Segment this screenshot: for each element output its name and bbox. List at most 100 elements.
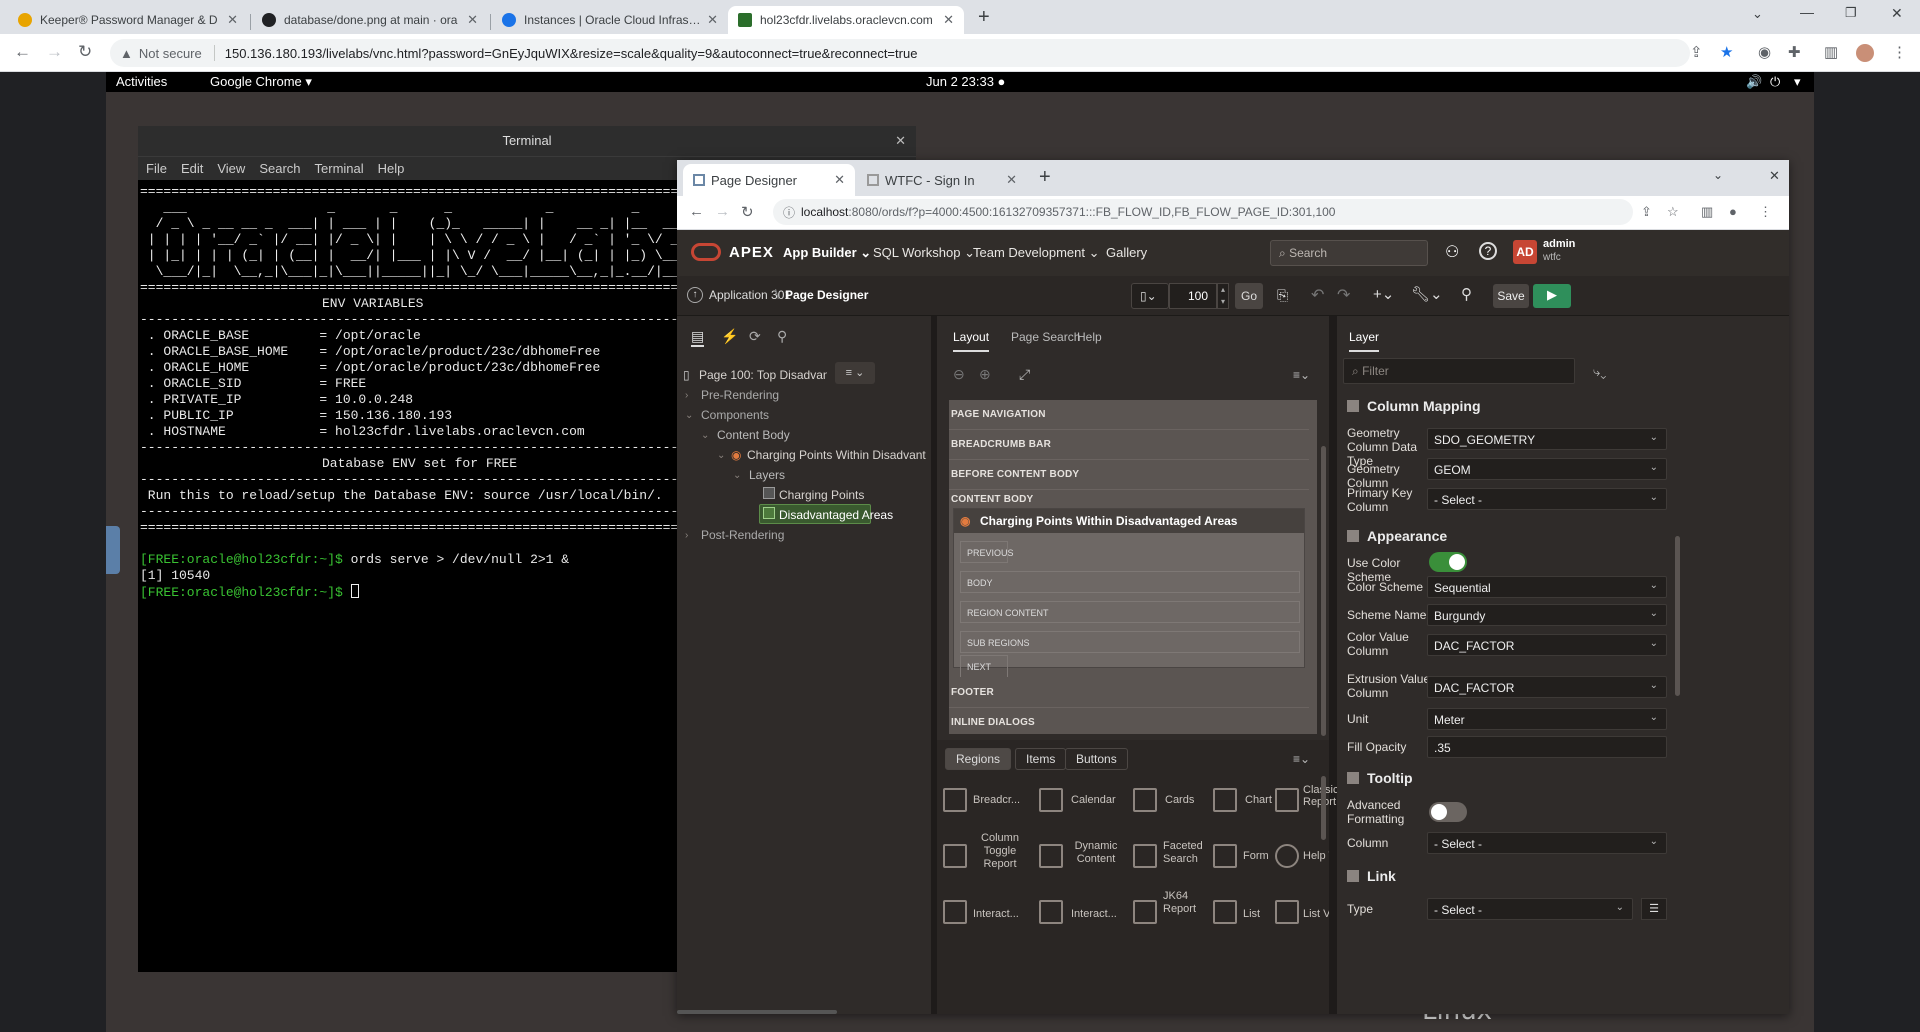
subzone-body[interactable]: BODY — [960, 571, 1300, 593]
property-scrollbar[interactable] — [1675, 536, 1680, 696]
expand-icon[interactable]: › — [685, 530, 688, 541]
inner-address-bar[interactable]: ⓘ localhost :8080/ords/f?p=4000:4500:161… — [773, 199, 1633, 225]
tab-keeper[interactable]: Keeper® Password Manager & D ✕ — [8, 6, 248, 34]
close-icon[interactable]: ✕ — [895, 126, 906, 156]
run-button[interactable]: ▶ — [1533, 284, 1571, 308]
tree-menu-button[interactable]: ≡ ⌄ — [835, 362, 875, 384]
apex-logo-text[interactable]: APEX — [729, 244, 774, 261]
section-tooltip[interactable]: Tooltip — [1337, 764, 1677, 790]
tree-components[interactable]: Components — [701, 408, 769, 422]
collapse-icon[interactable]: ⌄ — [685, 410, 693, 421]
menu-help[interactable]: Help — [378, 161, 405, 176]
minimize-icon[interactable]: — — [1800, 4, 1814, 20]
redo-icon[interactable]: ↷ — [1337, 285, 1350, 305]
tab-layer[interactable]: Layer — [1349, 330, 1380, 352]
extension-keeper-icon[interactable]: ◉ — [1758, 43, 1771, 61]
select-primary-key-column[interactable]: - Select - ⌄ — [1427, 488, 1667, 510]
menu-edit[interactable]: Edit — [181, 161, 203, 176]
menu-file[interactable]: File — [146, 161, 167, 176]
forward-icon[interactable]: → — [46, 42, 63, 62]
select-geometry-column[interactable]: GEOM ⌄ — [1427, 458, 1667, 480]
zone-inline-dialogs[interactable]: INLINE DIALOGS — [949, 708, 1309, 734]
apex-search-input[interactable]: ⌕ Search — [1270, 240, 1428, 266]
avatar[interactable]: AD — [1513, 240, 1537, 264]
collapse-icon[interactable]: ⌄ — [717, 450, 725, 461]
zone-footer[interactable]: FOOTER — [949, 678, 1309, 708]
up-arrow-icon[interactable]: ↑ — [687, 287, 703, 303]
profile-icon[interactable]: ● — [1729, 204, 1737, 219]
zoom-out-icon[interactable]: ⊖ — [953, 366, 965, 383]
go-to-group-icon[interactable]: ⤷⌄ — [1593, 364, 1606, 380]
user-name[interactable]: admin — [1543, 238, 1575, 250]
back-icon[interactable]: ← — [14, 42, 31, 62]
back-icon[interactable]: ← — [689, 203, 704, 220]
menu-kebab-icon[interactable]: ⋮ — [1759, 204, 1772, 220]
subzone-sub-regions[interactable]: SUB REGIONS — [960, 631, 1300, 653]
shared-components-tab-icon[interactable]: ⚲ — [777, 328, 787, 345]
rendering-tab-icon[interactable]: ▤ — [691, 328, 705, 347]
page-stepper[interactable]: ▴ ▾ — [1217, 283, 1229, 309]
window-close-icon[interactable]: ✕ — [1769, 168, 1780, 184]
nav-gallery[interactable]: Gallery — [1106, 245, 1147, 260]
menu-kebab-icon[interactable]: ⋮ — [1892, 43, 1907, 61]
list-picker-icon[interactable]: ☰ — [1641, 898, 1667, 920]
tree-layer-charging-points[interactable]: Charging Points — [779, 488, 864, 502]
close-icon[interactable]: ✕ — [227, 12, 238, 28]
tab-wtfc-signin[interactable]: WTFC - Sign In ✕ — [857, 164, 1027, 196]
select-color-value-column[interactable]: DAC_FACTOR ⌄ — [1427, 634, 1667, 656]
new-tab-icon[interactable]: + — [1039, 166, 1051, 189]
share-icon[interactable]: ⇪ — [1641, 204, 1652, 220]
tab-oci[interactable]: Instances | Oracle Cloud Infrastru ✕ — [492, 6, 728, 34]
vertical-scrollbar[interactable] — [1321, 446, 1326, 736]
input-fill-opacity[interactable]: .35 — [1427, 736, 1667, 758]
select-tooltip-column[interactable]: - Select - ⌄ — [1427, 832, 1667, 854]
close-icon[interactable]: ✕ — [943, 12, 954, 28]
dynamic-actions-tab-icon[interactable]: ⚡ — [721, 328, 738, 345]
reload-icon[interactable]: ↻ — [741, 203, 754, 221]
zone-content-body[interactable]: CONTENT BODY — [949, 490, 1309, 510]
bookmark-star-icon[interactable]: ★ — [1720, 43, 1733, 61]
tab-page-search[interactable]: Page Search — [1011, 330, 1080, 344]
nav-sql-workshop[interactable]: SQL Workshop ⌄ — [873, 245, 975, 261]
layout-menu-icon[interactable]: ≡⌄ — [1293, 368, 1310, 382]
shared-components-icon[interactable]: ⚲ — [1461, 285, 1472, 303]
horizontal-scrollbar[interactable] — [677, 1010, 837, 1014]
select-link-type[interactable]: - Select - ⌄ — [1427, 898, 1633, 920]
tab-search-icon[interactable]: ⌄ — [1713, 168, 1723, 182]
bookmark-star-icon[interactable]: ☆ — [1667, 204, 1679, 220]
side-panel-icon[interactable]: ▥ — [1701, 204, 1713, 220]
menu-search[interactable]: Search — [259, 161, 300, 176]
go-button[interactable]: Go — [1235, 283, 1263, 309]
window-close-icon[interactable]: ✕ — [1891, 5, 1903, 22]
user-settings-icon[interactable]: ⚇ — [1445, 242, 1459, 262]
tab-page-designer[interactable]: Page Designer ✕ — [683, 164, 855, 196]
subzone-region-content[interactable]: REGION CONTENT — [960, 601, 1300, 623]
activities-button[interactable]: Activities — [116, 74, 167, 89]
splitter[interactable] — [1329, 316, 1337, 1014]
subzone-previous[interactable]: PREVIOUS — [960, 541, 1014, 563]
tab-search-icon[interactable]: ⌄ — [1752, 6, 1763, 22]
utilities-wrench-icon[interactable]: 🔧︎⌄ — [1411, 285, 1443, 303]
tree-post-rendering[interactable]: Post-Rendering — [701, 528, 784, 542]
tab-help[interactable]: Help — [1077, 330, 1102, 344]
gallery-scrollbar[interactable] — [1321, 776, 1326, 840]
gallery-tab-buttons[interactable]: Buttons — [1065, 748, 1128, 770]
extensions-puzzle-icon[interactable]: ✚ — [1788, 43, 1801, 61]
zoom-in-icon[interactable]: ⊕ — [979, 366, 991, 383]
address-bar[interactable]: ▲ Not secure 150.136.180.193/livelabs/vn… — [110, 39, 1690, 67]
oracle-logo-icon[interactable] — [691, 243, 721, 261]
select-geometry-column-data-type[interactable]: SDO_GEOMETRY ⌄ — [1427, 428, 1667, 450]
tab-layout[interactable]: Layout — [953, 330, 990, 352]
gallery-tab-regions[interactable]: Regions — [945, 748, 1012, 770]
page-selector-button[interactable]: ▯⌄ — [1131, 283, 1169, 309]
section-link[interactable]: Link — [1337, 862, 1677, 888]
filter-input[interactable]: ⌕ Filter — [1343, 358, 1575, 384]
collapse-icon[interactable]: ⌄ — [701, 430, 709, 441]
page-number-input[interactable]: 100 — [1169, 283, 1217, 309]
zone-breadcrumb-bar[interactable]: BREADCRUMB BAR — [949, 430, 1309, 460]
tree-pre-rendering[interactable]: Pre-Rendering — [701, 388, 779, 402]
undo-icon[interactable]: ↶ — [1311, 285, 1324, 305]
restore-icon[interactable]: ❐ — [1845, 5, 1857, 21]
tab-github[interactable]: database/done.png at main · ora ✕ — [252, 6, 488, 34]
tab-vnc[interactable]: hol23cfdr.livelabs.oraclevcn.com ✕ — [728, 6, 964, 34]
